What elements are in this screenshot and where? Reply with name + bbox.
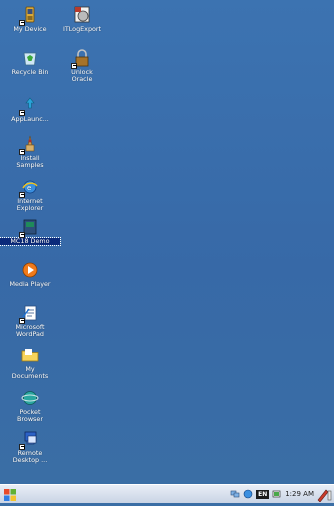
pen-icon (317, 489, 332, 503)
desktop-icon-label: My Documents (11, 365, 49, 380)
desktop-icon-label: ITLogExport (62, 25, 102, 33)
system-tray: EN 1:29 AM (230, 487, 314, 501)
remote-desktop-icon (19, 430, 39, 450)
desktop-icon-itlogexport[interactable]: ITLogExport (52, 6, 112, 33)
internet-explorer-icon: e (19, 178, 39, 198)
desktop-icon-wordpad[interactable]: Microsoft WordPad (0, 304, 60, 338)
desktop-icon-recycle-bin[interactable]: Recycle Bin (0, 49, 60, 76)
desktop: My Device ITLogExport Recycle Bin Unlock… (0, 0, 334, 484)
clock-time[interactable]: 1:29 AM (285, 490, 314, 498)
desktop-icon-label: Pocket Browser (17, 408, 43, 423)
desktop-icon-label: AppLaunc... (11, 115, 49, 123)
input-panel-button[interactable] (316, 487, 332, 503)
taskbar: EN 1:29 AM (0, 484, 334, 503)
itlogexport-icon (73, 6, 91, 24)
connection-icon[interactable] (243, 489, 253, 499)
desktop-icon-applauncher[interactable]: AppLaunc... (0, 96, 60, 123)
pocket-browser-icon (21, 389, 39, 407)
my-device-icon (19, 6, 39, 26)
desktop-icon-label: Microsoft WordPad (15, 323, 45, 338)
battery-icon[interactable] (272, 489, 282, 499)
desktop-icon-media-player[interactable]: Media Player (0, 261, 60, 288)
start-button[interactable] (3, 487, 17, 501)
desktop-icon-install-samples[interactable]: Install Samples (0, 135, 60, 169)
windows-flag-icon (4, 489, 16, 501)
my-documents-icon (21, 346, 39, 364)
media-player-icon (21, 261, 39, 279)
desktop-icon-mc18-demo[interactable]: MC18 Demo (0, 218, 61, 246)
desktop-icon-internet-explorer[interactable]: e Internet Explorer (0, 178, 60, 212)
desktop-icon-label: Remote Desktop ... (12, 449, 48, 464)
desktop-icon-my-device[interactable]: My Device (0, 6, 60, 33)
svg-text:e: e (27, 184, 31, 192)
mc18-demo-icon (19, 218, 39, 238)
wordpad-icon (19, 304, 39, 324)
applauncher-icon (19, 96, 39, 116)
desktop-icon-label: Recycle Bin (11, 68, 49, 76)
unlock-oracle-icon (71, 49, 91, 69)
install-samples-icon (19, 135, 39, 155)
desktop-icon-pocket-browser[interactable]: Pocket Browser (0, 389, 60, 423)
recycle-bin-icon (21, 49, 39, 67)
desktop-icon-label: Media Player (9, 280, 51, 288)
desktop-icon-unlock-oracle[interactable]: Unlock Oracle (52, 49, 112, 83)
desktop-icon-remote-desktop[interactable]: Remote Desktop ... (0, 430, 60, 464)
desktop-icon-label: Unlock Oracle (71, 68, 93, 83)
desktop-icon-my-documents[interactable]: My Documents (0, 346, 60, 380)
desktop-icon-label: Install Samples (16, 154, 44, 169)
desktop-icon-label: Internet Explorer (16, 197, 44, 212)
language-indicator[interactable]: EN (256, 489, 270, 499)
desktop-icon-label: My Device (13, 25, 47, 33)
desktop-icon-label: MC18 Demo (0, 237, 61, 246)
network-icon[interactable] (230, 489, 240, 499)
